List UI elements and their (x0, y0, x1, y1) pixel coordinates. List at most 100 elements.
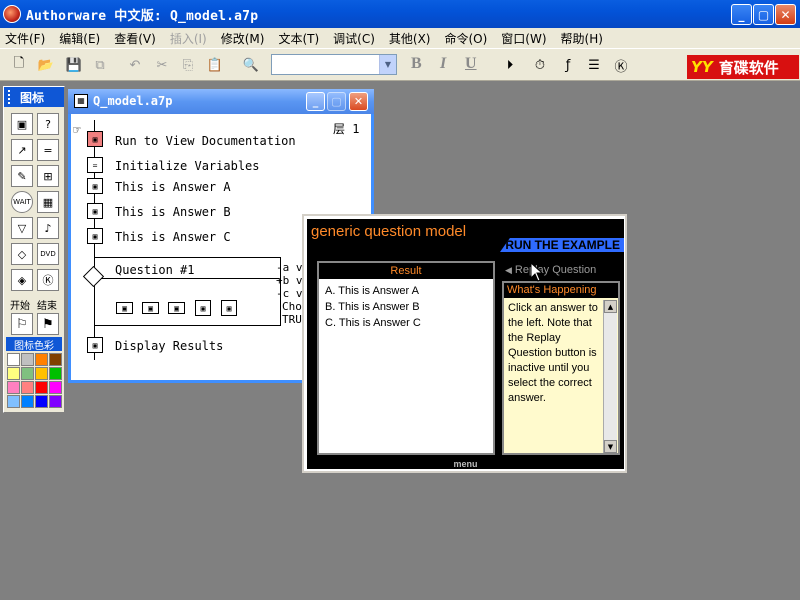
dvd-icon[interactable]: DVD (37, 243, 59, 265)
response-display-icon[interactable]: ▣ (142, 302, 159, 314)
flow-node-label[interactable]: This is Answer B (115, 205, 231, 219)
presentation-stage: generic question model RUN THE EXAMPLE R… (307, 219, 624, 469)
control-panel-icon[interactable]: ⏱ (530, 55, 550, 75)
save-all-icon[interactable]: 💾 (64, 55, 84, 75)
menu-help[interactable]: 帮助(H) (561, 30, 603, 47)
color-swatch[interactable] (35, 381, 48, 394)
color-swatch[interactable] (35, 395, 48, 408)
function-icon[interactable]: ƒ (558, 55, 578, 75)
menu-window[interactable]: 窗口(W) (501, 30, 546, 47)
color-swatch[interactable] (7, 395, 20, 408)
calc-icon[interactable]: = (37, 139, 59, 161)
open-file-icon[interactable]: 📂 (36, 55, 56, 75)
flow-node-display-icon[interactable]: ▣ (87, 203, 103, 219)
flow-node-label[interactable]: This is Answer A (115, 180, 231, 194)
copy-icon[interactable]: ⎘ (178, 55, 198, 75)
wait-icon[interactable]: WAIT (11, 191, 33, 213)
find-icon[interactable]: 🔍 (241, 55, 261, 75)
color-swatch[interactable] (21, 367, 34, 380)
import-icon[interactable]: ⧉ (90, 55, 110, 75)
navigate-icon[interactable]: ▽ (11, 217, 33, 239)
start-flag-icon[interactable]: ⚐ (11, 313, 33, 335)
color-swatch[interactable] (49, 381, 62, 394)
scroll-down-icon[interactable]: ▼ (604, 440, 617, 453)
erase-icon[interactable]: ✎ (11, 165, 33, 187)
close-button[interactable]: ✕ (775, 4, 796, 25)
motion-icon[interactable]: ↗ (11, 139, 33, 161)
flowline-close-button[interactable]: ✕ (349, 92, 368, 111)
framework-icon[interactable]: ⊞ (37, 165, 59, 187)
flow-node-label[interactable]: Run to View Documentation (115, 134, 296, 148)
new-file-icon[interactable]: 🗋 (9, 55, 29, 75)
flow-node-label[interactable]: Question #1 (115, 263, 194, 277)
whats-happening-scrollbar[interactable]: ▲ ▼ (603, 300, 617, 453)
sound-icon[interactable]: ♪ (37, 217, 59, 239)
menu-file[interactable]: 文件(F) (5, 30, 45, 47)
color-swatch[interactable] (7, 381, 20, 394)
flow-node-label[interactable]: Initialize Variables (115, 159, 260, 173)
menu-edit[interactable]: 编辑(E) (59, 30, 100, 47)
menu-view[interactable]: 查看(V) (114, 30, 156, 47)
minimize-button[interactable]: _ (731, 4, 752, 25)
chevron-down-icon[interactable]: ▼ (379, 55, 396, 74)
italic-button[interactable]: I (440, 55, 446, 73)
color-swatch[interactable] (49, 395, 62, 408)
flow-node-display-icon[interactable]: ▣ (87, 337, 103, 353)
flowline-titlebar[interactable]: ▦ Q_model.a7p _ ▢ ✕ (68, 89, 374, 114)
map-icon[interactable]: Ⓚ (37, 269, 59, 291)
answer-option-c[interactable]: C. This is Answer C (325, 317, 421, 329)
replay-question-button[interactable]: ◀ Replay Question (502, 263, 618, 277)
flow-node-interaction-icon[interactable] (82, 265, 105, 288)
paste-icon[interactable]: 📋 (205, 55, 225, 75)
interaction-icon[interactable]: ◈ (11, 269, 33, 291)
menu-text[interactable]: 文本(T) (278, 30, 319, 47)
scroll-up-icon[interactable]: ▲ (604, 300, 617, 313)
color-swatch[interactable] (49, 353, 62, 366)
underline-button[interactable]: U (465, 55, 477, 73)
flow-node-label[interactable]: Display Results (115, 339, 223, 353)
flow-node-display-icon[interactable]: ▣ (87, 178, 103, 194)
color-swatch[interactable] (7, 367, 20, 380)
answer-option-a[interactable]: A. This is Answer A (325, 285, 419, 297)
flowline-minimize-button[interactable]: _ (306, 92, 325, 111)
display-icon[interactable]: ▣ (11, 113, 33, 135)
color-swatch[interactable] (21, 381, 34, 394)
color-swatch[interactable] (35, 367, 48, 380)
maximize-button[interactable]: ▢ (753, 4, 774, 25)
variable-icon[interactable]: ☰ (584, 55, 604, 75)
run-example-banner[interactable]: RUN THE EXAMPLE (500, 238, 624, 252)
text-style-select[interactable]: ▼ (271, 54, 397, 75)
decision-icon[interactable]: ◇ (11, 243, 33, 265)
color-swatch[interactable] (21, 353, 34, 366)
undo-icon[interactable]: ↶ (125, 55, 145, 75)
end-flag-icon[interactable]: ⚑ (37, 313, 59, 335)
color-swatch[interactable] (35, 353, 48, 366)
menu-other[interactable]: 其他(X) (389, 30, 431, 47)
palette-title-bar[interactable]: 图标 (4, 87, 64, 107)
response-display-icon[interactable]: ▣ (168, 302, 185, 314)
grip-icon[interactable] (8, 90, 16, 104)
question-icon[interactable]: ? (37, 113, 59, 135)
flow-node-label[interactable]: This is Answer C (115, 230, 231, 244)
cut-icon[interactable]: ✂ (152, 55, 172, 75)
color-swatch[interactable] (49, 367, 62, 380)
flowline-maximize-button[interactable]: ▢ (327, 92, 346, 111)
color-swatch[interactable] (21, 395, 34, 408)
run-icon[interactable]: ⏵ (500, 55, 520, 75)
knowledge-object-icon[interactable]: Ⓚ (611, 55, 631, 75)
menu-modify[interactable]: 修改(M) (221, 30, 265, 47)
response-display-icon[interactable]: ▣ (221, 300, 237, 316)
video-icon[interactable]: ▦ (37, 191, 59, 213)
bold-button[interactable]: B (411, 55, 422, 73)
answer-option-b[interactable]: B. This is Answer B (325, 301, 420, 313)
flow-node-display-icon[interactable]: ▣ (87, 131, 103, 147)
response-display-icon[interactable]: ▣ (195, 300, 211, 316)
menu-commands[interactable]: 命令(O) (444, 30, 487, 47)
menu-insert[interactable]: 插入(I) (170, 30, 207, 47)
response-display-icon[interactable]: ▣ (116, 302, 133, 314)
menu-debug[interactable]: 调试(C) (333, 30, 375, 47)
flow-node-display-icon[interactable]: ▣ (87, 228, 103, 244)
menu-button[interactable]: menu (307, 459, 624, 469)
flow-node-calc-icon[interactable]: = (87, 157, 103, 173)
color-swatch[interactable] (7, 353, 20, 366)
